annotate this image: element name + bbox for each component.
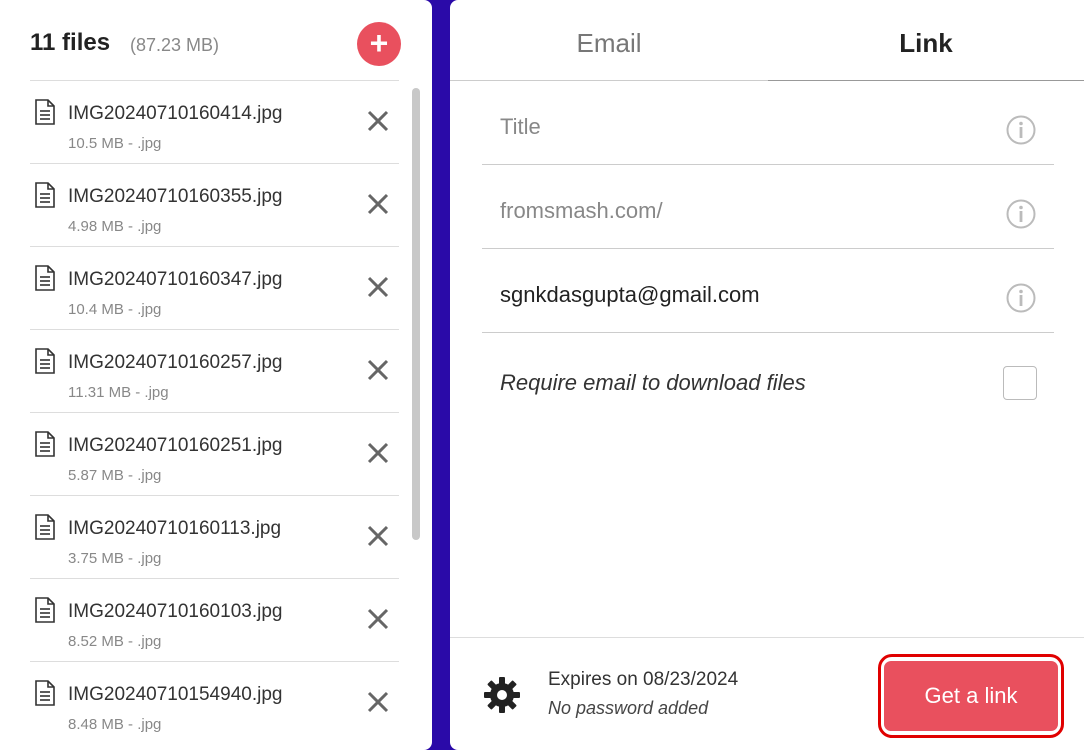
- gear-icon[interactable]: [482, 675, 522, 715]
- file-row: IMG20240710160347.jpg 10.4 MB - .jpg: [30, 247, 399, 330]
- files-panel: 11 files (87.23 MB) + IMG20240710160414.…: [0, 0, 432, 750]
- info-icon[interactable]: [1006, 283, 1036, 313]
- password-status: No password added: [548, 698, 709, 718]
- file-meta: 4.98 MB - .jpg: [68, 218, 162, 235]
- close-icon[interactable]: [366, 607, 390, 631]
- file-list-scrollbar[interactable]: [412, 88, 420, 540]
- files-total-size: (87.23 MB): [130, 35, 220, 55]
- file-meta: 3.75 MB - .jpg: [68, 550, 162, 567]
- files-count: 11 files: [30, 29, 111, 56]
- add-files-button[interactable]: +: [357, 22, 401, 66]
- close-icon[interactable]: [366, 109, 390, 133]
- file-name: IMG20240710154940.jpg: [68, 684, 283, 705]
- files-header: 11 files (87.23 MB): [30, 24, 402, 64]
- close-icon[interactable]: [366, 192, 390, 216]
- file-name: IMG20240710160257.jpg: [68, 352, 283, 373]
- file-name: IMG20240710160347.jpg: [68, 269, 283, 290]
- file-row: IMG20240710160414.jpg 10.5 MB - .jpg: [30, 81, 399, 164]
- close-icon[interactable]: [366, 690, 390, 714]
- file-meta: 10.5 MB - .jpg: [68, 135, 162, 152]
- require-email-checkbox[interactable]: [1003, 366, 1037, 400]
- file-name: IMG20240710160414.jpg: [68, 103, 283, 124]
- title-field: [482, 81, 1054, 165]
- close-icon[interactable]: [366, 275, 390, 299]
- title-input[interactable]: [500, 111, 980, 143]
- file-meta: 8.52 MB - .jpg: [68, 633, 162, 650]
- file-row: IMG20240710160103.jpg 8.52 MB - .jpg: [30, 579, 399, 662]
- url-field: [482, 165, 1054, 249]
- file-name: IMG20240710160355.jpg: [68, 186, 283, 207]
- document-icon: [35, 597, 55, 623]
- document-icon: [35, 514, 55, 540]
- email-field: [482, 249, 1054, 333]
- file-list: IMG20240710160414.jpg 10.5 MB - .jpg IMG…: [30, 81, 399, 744]
- get-link-button[interactable]: Get a link: [884, 661, 1058, 731]
- file-meta: 11.31 MB - .jpg: [68, 384, 169, 401]
- document-icon: [35, 680, 55, 706]
- url-input[interactable]: [500, 195, 980, 227]
- file-row: IMG20240710160257.jpg 11.31 MB - .jpg: [30, 330, 399, 413]
- info-icon[interactable]: [1006, 115, 1036, 145]
- document-icon: [35, 265, 55, 291]
- email-input[interactable]: [500, 279, 980, 311]
- file-meta: 10.4 MB - .jpg: [68, 301, 162, 318]
- document-icon: [35, 99, 55, 125]
- document-icon: [35, 348, 55, 374]
- file-name: IMG20240710160251.jpg: [68, 435, 283, 456]
- require-email-label: Require email to download files: [500, 370, 806, 395]
- tab-link-label: Link: [899, 28, 953, 58]
- tab-email-label: Email: [576, 28, 642, 58]
- transfer-tabs: Email Link: [450, 0, 1084, 81]
- tab-link[interactable]: Link: [768, 0, 1084, 81]
- transfer-panel: Email Link Require email to download fil…: [450, 0, 1084, 750]
- file-name: IMG20240710160103.jpg: [68, 601, 283, 622]
- file-meta: 5.87 MB - .jpg: [68, 467, 162, 484]
- close-icon[interactable]: [366, 524, 390, 548]
- require-email-row: Require email to download files: [482, 332, 1054, 432]
- close-icon[interactable]: [366, 358, 390, 382]
- info-icon[interactable]: [1006, 199, 1036, 229]
- document-icon: [35, 182, 55, 208]
- file-row: IMG20240710160251.jpg 5.87 MB - .jpg: [30, 413, 399, 496]
- file-row: IMG20240710154940.jpg 8.48 MB - .jpg: [30, 662, 399, 744]
- tab-email[interactable]: Email: [450, 0, 768, 81]
- file-row: IMG20240710160355.jpg 4.98 MB - .jpg: [30, 164, 399, 247]
- document-icon: [35, 431, 55, 457]
- expiry-date: Expires on 08/23/2024: [548, 669, 739, 690]
- file-row: IMG20240710160113.jpg 3.75 MB - .jpg: [30, 496, 399, 579]
- divider: [450, 637, 1084, 638]
- file-name: IMG20240710160113.jpg: [68, 518, 282, 539]
- close-icon[interactable]: [366, 441, 390, 465]
- file-meta: 8.48 MB - .jpg: [68, 716, 162, 733]
